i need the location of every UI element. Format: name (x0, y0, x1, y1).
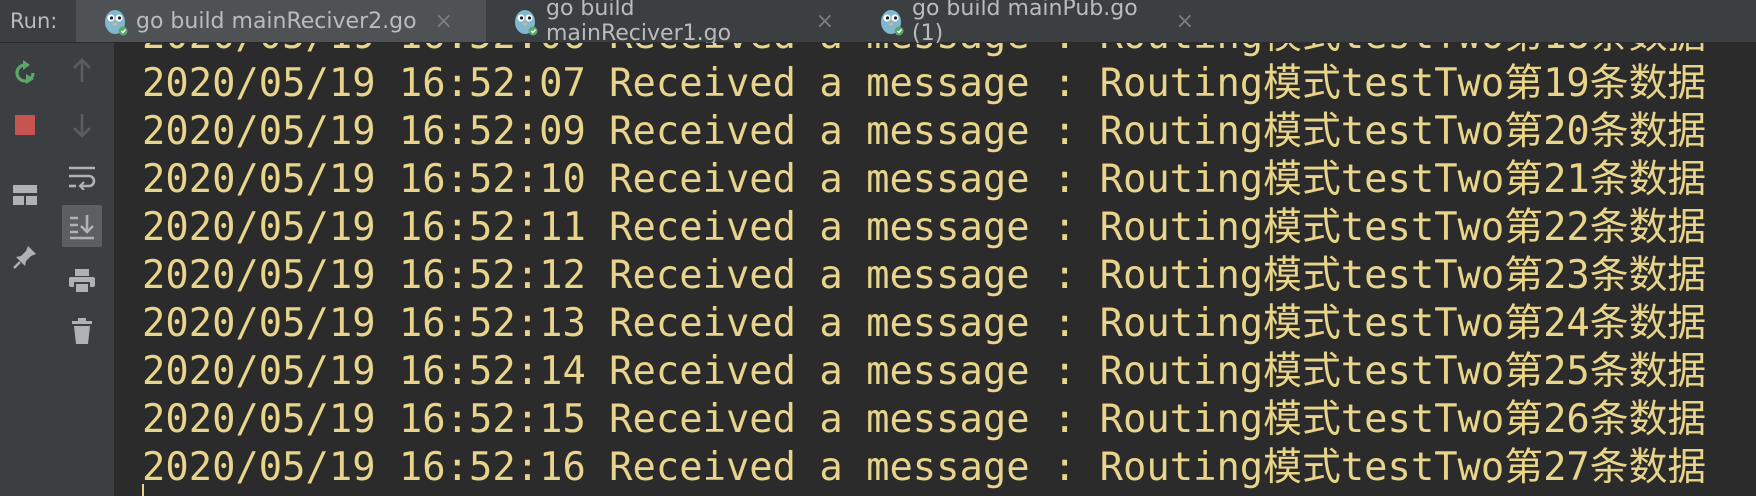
tab-main-reciver2[interactable]: go build mainReciver2.go × (76, 0, 486, 42)
console-line: 2020/05/19 16:52:14 Received a message :… (142, 349, 1707, 394)
close-icon[interactable]: × (435, 9, 453, 34)
soft-wrap-icon[interactable] (62, 157, 102, 197)
scroll-to-end-icon[interactable] (62, 205, 102, 247)
console-line: 2020/05/19 16:52:16 Received a message :… (142, 445, 1707, 490)
scroll-down-icon[interactable] (64, 105, 100, 145)
run-tab-bar: Run: go build mainReciver2.go × go build… (0, 0, 1756, 46)
scroll-up-icon[interactable] (64, 51, 100, 91)
print-icon[interactable] (62, 261, 102, 301)
console-line: 2020/05/19 16:52:12 Received a message :… (142, 253, 1707, 298)
console-line: 2020/05/19 16:52:11 Received a message :… (142, 205, 1707, 250)
tab-main-pub[interactable]: go build mainPub.go (1) × (852, 0, 1212, 46)
console-line: 2020/05/19 16:52:13 Received a message :… (142, 301, 1707, 346)
layout-icon[interactable] (8, 177, 42, 213)
console-line: 2020/05/19 16:52:06 Received a message :… (142, 43, 1706, 60)
run-label: Run: (10, 9, 58, 33)
go-gopher-icon (102, 6, 128, 36)
close-icon[interactable]: × (1176, 9, 1194, 34)
go-gopher-icon (512, 6, 538, 36)
tab-title: go build mainReciver2.go (136, 8, 417, 34)
console-line: 2020/05/19 16:52:07 Received a message :… (142, 61, 1707, 106)
rerun-icon[interactable] (8, 55, 42, 91)
stop-icon[interactable] (8, 107, 42, 143)
tab-title: go build mainPub.go (1) (912, 0, 1138, 46)
text-caret (142, 484, 144, 496)
console-output[interactable]: 2020/05/19 16:52:06 Received a message :… (114, 43, 1756, 496)
console-line: 2020/05/19 16:52:09 Received a message :… (142, 109, 1707, 154)
trash-icon[interactable] (62, 311, 102, 351)
console-line: 2020/05/19 16:52:10 Received a message :… (142, 157, 1707, 202)
console-lines: 2020/05/19 16:52:06 Received a message :… (142, 43, 1706, 492)
tab-main-reciver1[interactable]: go build mainReciver1.go × (486, 0, 852, 46)
console-line: 2020/05/19 16:52:15 Received a message :… (142, 397, 1707, 442)
run-toolbar-right (50, 43, 115, 496)
run-toolbar-left (0, 43, 50, 496)
close-icon[interactable]: × (816, 9, 834, 34)
tab-title: go build mainReciver1.go (546, 0, 732, 46)
pin-icon[interactable] (8, 239, 42, 275)
go-gopher-icon (878, 6, 904, 36)
